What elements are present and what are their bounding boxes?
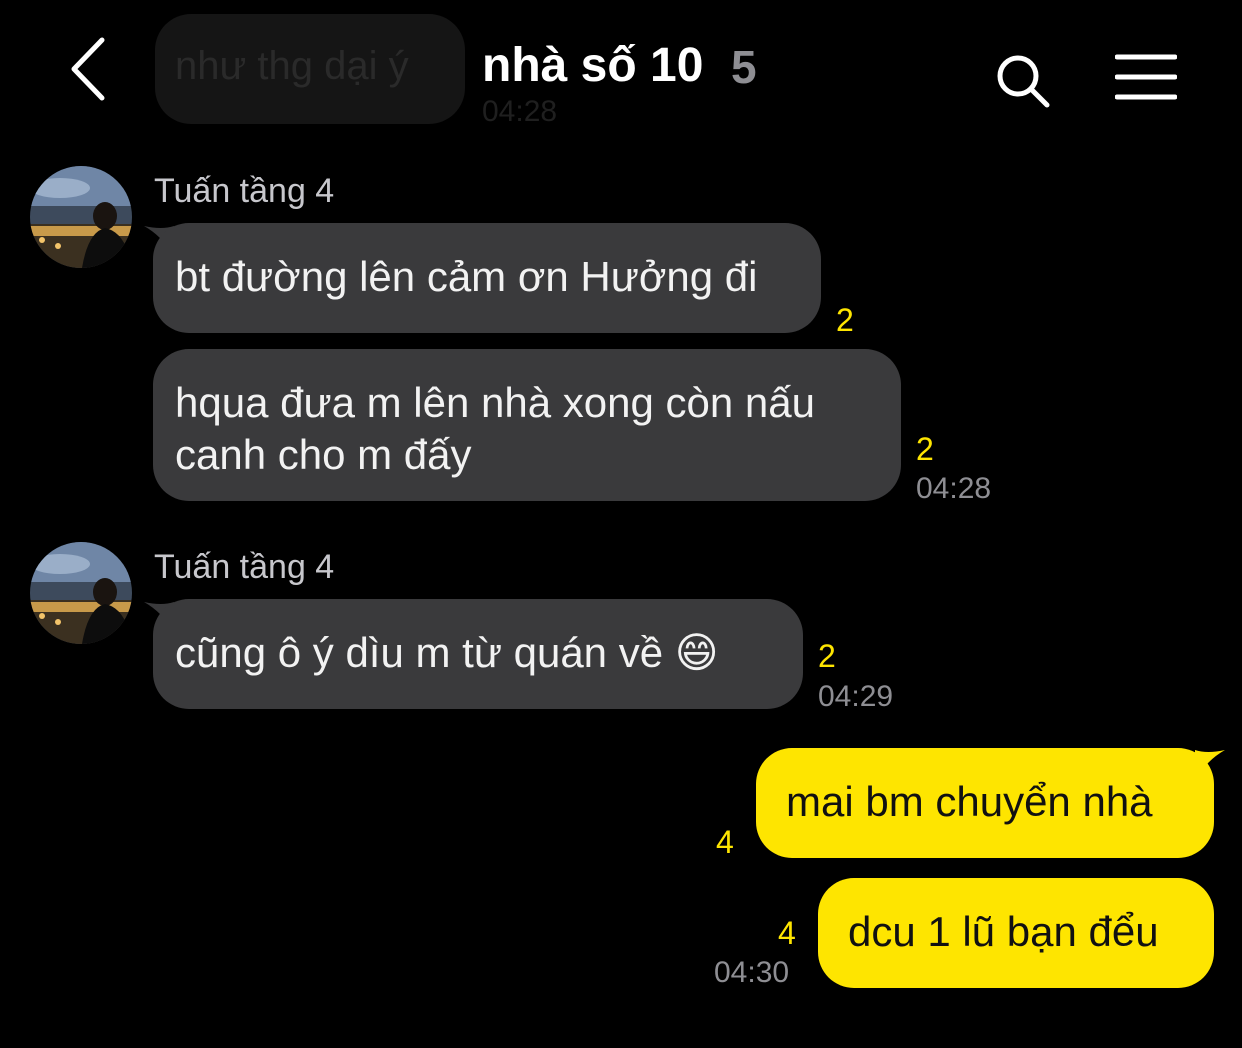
message-bubble-incoming[interactable]: hqua đưa m lên nhà xong còn nấu canh cho… <box>153 349 901 501</box>
sender-name: Tuấn tầng 4 <box>154 172 335 210</box>
unread-count: 2 <box>916 431 934 467</box>
message-time: 04:29 <box>818 680 894 713</box>
unread-count: 4 <box>716 824 734 860</box>
message-bubble-outgoing[interactable]: dcu 1 lũ bạn đểu <box>818 878 1214 988</box>
unread-count: 2 <box>836 302 854 338</box>
avatar[interactable] <box>30 542 132 644</box>
avatar-photo <box>30 542 132 644</box>
unread-count: 2 <box>818 638 836 674</box>
message-text: dcu 1 lũ bạn đểu <box>848 908 1159 955</box>
hamburger-menu-icon[interactable] <box>1115 52 1177 102</box>
sender-name: Tuấn tầng 4 <box>154 548 335 586</box>
message-bubble-incoming[interactable]: cũng ô ý dìu m từ quán về 😄 <box>153 599 803 709</box>
previous-message-text: như thg dại ý <box>175 44 409 88</box>
message-text-line: hqua đưa m lên nhà xong còn nấu <box>175 379 815 426</box>
message-time: 04:30 <box>714 956 790 989</box>
avatar[interactable] <box>30 166 132 268</box>
chevron-left-icon[interactable] <box>64 34 114 104</box>
chat-title: nhà số 10 <box>482 39 704 92</box>
avatar-photo <box>30 166 132 268</box>
message-text: mai bm chuyển nhà <box>786 778 1153 825</box>
message-text-line: canh cho m đấy <box>175 431 472 478</box>
message-bubble-outgoing[interactable]: mai bm chuyển nhà <box>756 748 1214 858</box>
message-bubble-incoming[interactable]: bt đường lên cảm ơn Hưởng đi <box>153 223 821 333</box>
search-icon[interactable] <box>994 52 1052 110</box>
message-text: cũng ô ý dìu m từ quán về 😄 <box>175 629 719 676</box>
unread-count: 4 <box>778 915 796 951</box>
previous-message-time: 04:28 <box>482 95 558 128</box>
member-count: 5 <box>731 41 757 93</box>
message-text: bt đường lên cảm ơn Hưởng đi <box>175 253 758 300</box>
message-time: 04:28 <box>916 472 992 505</box>
